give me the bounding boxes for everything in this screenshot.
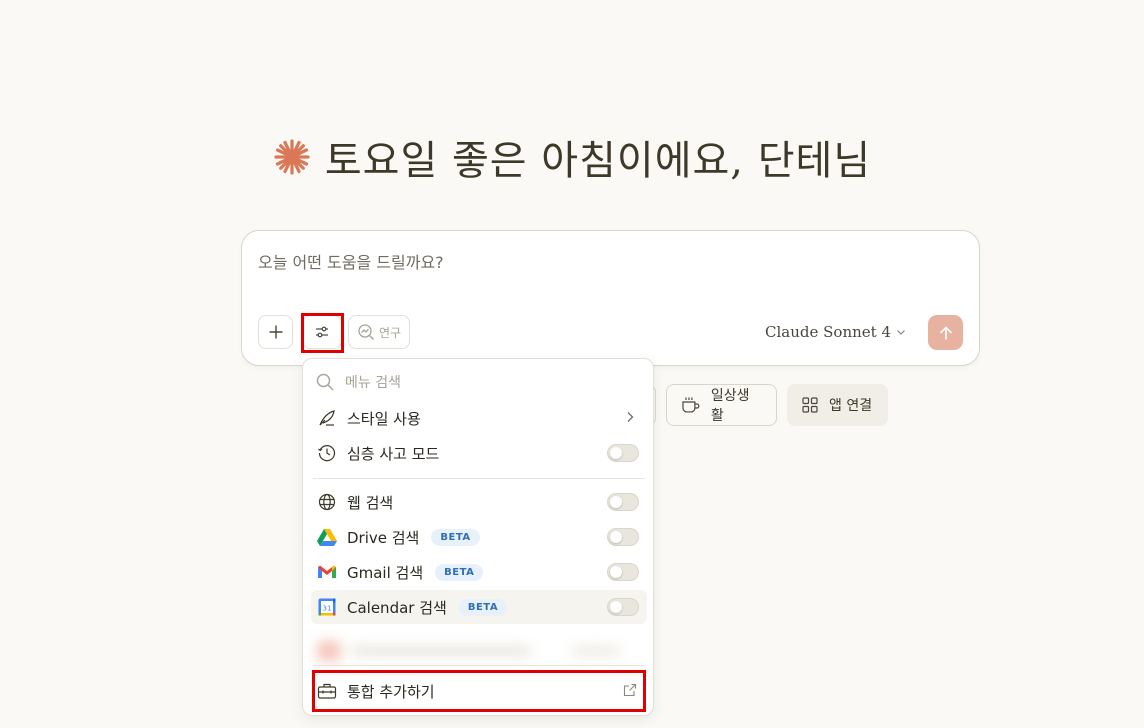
research-icon — [358, 324, 374, 340]
sliders-icon — [316, 326, 328, 338]
toolbox-icon — [317, 681, 337, 701]
beta-badge: BETA — [431, 528, 480, 546]
feather-pen-icon — [317, 408, 337, 428]
menu-search-input[interactable]: 메뉴 검색 — [345, 372, 401, 392]
connect-apps-chip[interactable]: 앱 연결 — [787, 384, 888, 426]
calendar-search-toggle[interactable] — [607, 598, 639, 616]
deep-thinking-toggle[interactable] — [607, 444, 639, 462]
coffee-cup-icon — [682, 397, 700, 413]
menu-item-label: 웹 검색 — [347, 493, 394, 512]
claude-spark-icon — [274, 139, 310, 175]
menu-item-label: Gmail 검색 — [347, 563, 424, 582]
menu-divider — [313, 665, 645, 666]
send-button[interactable] — [928, 315, 963, 350]
chevron-right-icon — [627, 412, 634, 422]
blurred-menu-item — [311, 635, 647, 665]
beta-badge: BETA — [458, 598, 508, 616]
menu-divider — [313, 478, 645, 479]
research-label: 연구 — [378, 325, 402, 340]
external-link-icon — [623, 683, 637, 697]
chip-label: 앱 연결 — [829, 398, 873, 414]
web-search-toggle[interactable] — [607, 493, 639, 511]
globe-icon — [317, 492, 337, 512]
menu-item-calendar[interactable]: 31 Calendar 검색 BETA — [311, 590, 647, 624]
google-calendar-icon: 31 — [317, 597, 337, 617]
menu-item-deep-thinking[interactable]: 심층 사고 모드 — [311, 436, 647, 470]
menu-item-drive[interactable]: Drive 검색 BETA — [311, 520, 647, 554]
suggestion-chip-daily[interactable]: 일상생활 — [666, 384, 777, 426]
search-icon — [316, 373, 334, 391]
arrow-up-icon — [939, 325, 952, 340]
drive-search-toggle[interactable] — [607, 528, 639, 546]
gmail-icon — [317, 562, 337, 582]
tools-menu: 메뉴 검색 스타일 사용 심층 사고 모드 웹 검색 Drive 검색 BETA… — [302, 358, 654, 716]
menu-item-label: 통합 추가하기 — [347, 682, 435, 701]
greeting: 토요일 좋은 아침이에요, 단테님 — [0, 128, 1144, 186]
menu-item-label: Calendar 검색 — [347, 598, 447, 617]
chat-composer: 오늘 어떤 도움을 드릴까요? 연구 Claude Sonnet 4 — [241, 230, 980, 366]
grid-icon — [802, 397, 818, 413]
svg-text:31: 31 — [323, 605, 332, 613]
menu-item-gmail[interactable]: Gmail 검색 BETA — [311, 555, 647, 589]
message-input[interactable]: 오늘 어떤 도움을 드릴까요? — [258, 249, 444, 273]
menu-item-web-search[interactable]: 웹 검색 — [311, 485, 647, 519]
menu-item-style[interactable]: 스타일 사용 — [311, 401, 647, 435]
menu-item-add-integration[interactable]: 통합 추가하기 — [311, 674, 647, 708]
google-drive-icon — [317, 527, 337, 547]
menu-item-label: Drive 검색 — [347, 528, 420, 547]
tools-button[interactable] — [302, 315, 342, 349]
greeting-text: 토요일 좋은 아침이에요, 단테님 — [324, 138, 872, 184]
model-name: Claude Sonnet 4 — [765, 323, 891, 341]
clock-icon — [317, 443, 337, 463]
model-selector[interactable]: Claude Sonnet 4 — [765, 323, 907, 341]
chevron-down-icon — [897, 330, 905, 335]
add-attachment-button[interactable] — [258, 315, 293, 349]
menu-item-label: 심층 사고 모드 — [347, 444, 440, 463]
menu-search[interactable]: 메뉴 검색 — [315, 372, 401, 392]
chip-label: 일상생활 — [710, 388, 750, 424]
beta-badge: BETA — [435, 563, 484, 581]
gmail-search-toggle[interactable] — [607, 563, 639, 581]
research-button[interactable]: 연구 — [348, 315, 410, 349]
menu-item-label: 스타일 사용 — [347, 409, 421, 428]
plus-icon — [269, 325, 282, 339]
